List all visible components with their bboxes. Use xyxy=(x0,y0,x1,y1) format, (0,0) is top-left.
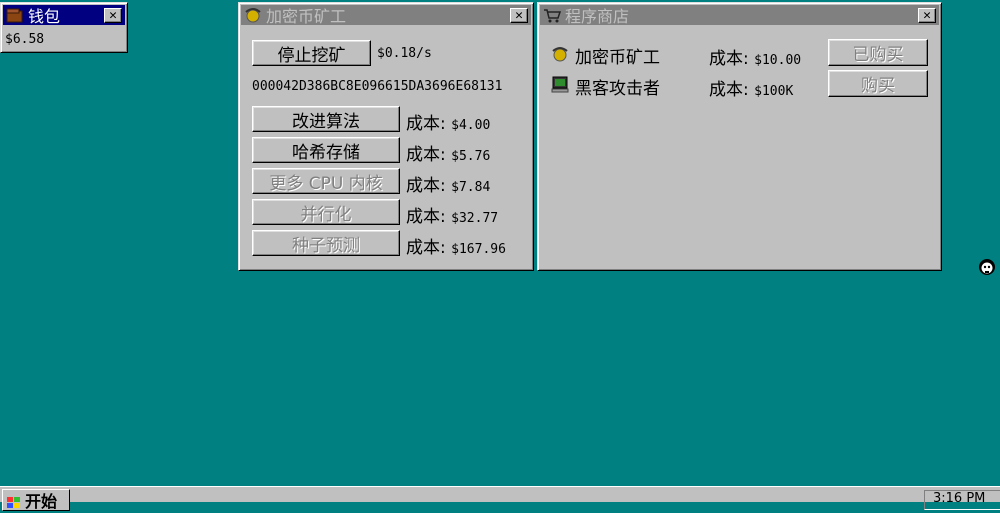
upgrade-cost-parallelization: 成本: $32.77 xyxy=(406,202,498,227)
cost-label: 成本: xyxy=(406,207,446,227)
cost-value: $10.00 xyxy=(754,53,802,68)
miner-window[interactable]: 加密币矿工 ✕ 停止挖矿 $0.18/s 000042D386BC8E09661… xyxy=(238,2,534,271)
mining-rate: $0.18/s xyxy=(377,46,432,61)
cost-value: $167.96 xyxy=(451,242,506,257)
miner-icon xyxy=(551,45,569,63)
store-item-cost-hacker: 成本: $100K xyxy=(709,75,793,100)
taskbar: 开始 3:16 PM xyxy=(0,486,1000,511)
miner-titlebar[interactable]: 加密币矿工 ✕ xyxy=(241,5,531,26)
upgrade-button-hash-storage[interactable]: 哈希存储 xyxy=(252,137,400,163)
purchased-button-miner[interactable]: 已购买 xyxy=(828,39,928,66)
start-label: 开始 xyxy=(25,492,58,511)
windows-logo-icon xyxy=(7,494,21,508)
cost-value: $4.00 xyxy=(451,118,491,133)
cart-icon xyxy=(543,7,562,23)
stop-mining-button[interactable]: 停止挖矿 xyxy=(252,40,371,66)
cost-value: $100K xyxy=(754,84,794,99)
system-tray: 3:16 PM xyxy=(924,490,1000,510)
cost-label: 成本: xyxy=(709,49,749,69)
store-item-cost-miner: 成本: $10.00 xyxy=(709,44,801,69)
wallet-icon xyxy=(6,7,24,23)
skull-icon[interactable] xyxy=(977,257,997,279)
cost-label: 成本: xyxy=(406,238,446,258)
cost-label: 成本: xyxy=(406,114,446,134)
wallet-titlebar[interactable]: 钱包 ✕ xyxy=(3,5,125,26)
miner-close-button[interactable]: ✕ xyxy=(510,7,528,23)
buy-button-hacker[interactable]: 购买 xyxy=(828,70,928,97)
wallet-window[interactable]: 钱包 ✕ $6.58 xyxy=(0,2,128,53)
store-titlebar[interactable]: 程序商店 ✕ xyxy=(540,5,939,26)
cost-label: 成本: xyxy=(709,80,749,100)
store-item-name-miner: 加密币矿工 xyxy=(575,48,660,68)
store-window[interactable]: 程序商店 ✕ 加密币矿工 成本: $10.00 已购买 黑客攻击者 成本: $1… xyxy=(537,2,942,271)
upgrade-button-parallelization[interactable]: 并行化 xyxy=(252,199,400,225)
wallet-title: 钱包 xyxy=(28,7,61,26)
upgrade-cost-seed-prediction: 成本: $167.96 xyxy=(406,233,506,258)
clock: 3:16 PM xyxy=(933,491,986,506)
store-item-name-hacker: 黑客攻击者 xyxy=(575,79,660,99)
upgrade-cost-hash-storage: 成本: $5.76 xyxy=(406,140,490,165)
cost-value: $7.84 xyxy=(451,180,491,195)
store-close-button[interactable]: ✕ xyxy=(918,7,936,23)
upgrade-button-seed-prediction[interactable]: 种子预测 xyxy=(252,230,400,256)
wallet-balance: $6.58 xyxy=(5,32,45,47)
wallet-close-button[interactable]: ✕ xyxy=(104,7,122,23)
hacker-icon xyxy=(551,75,569,93)
miner-icon xyxy=(244,7,262,23)
upgrade-cost-more-cpu-cores: 成本: $7.84 xyxy=(406,171,490,196)
cost-label: 成本: xyxy=(406,176,446,196)
upgrade-button-algorithm[interactable]: 改进算法 xyxy=(252,106,400,132)
upgrade-cost-algorithm: 成本: $4.00 xyxy=(406,109,490,134)
mining-hash: 000042D386BC8E096615DA3696E68131 xyxy=(252,79,503,94)
upgrade-button-more-cpu-cores[interactable]: 更多 CPU 内核 xyxy=(252,168,400,194)
cost-value: $32.77 xyxy=(451,211,499,226)
cost-label: 成本: xyxy=(406,145,446,165)
cost-value: $5.76 xyxy=(451,149,491,164)
start-button[interactable]: 开始 xyxy=(2,489,70,511)
miner-title: 加密币矿工 xyxy=(266,7,347,26)
store-title: 程序商店 xyxy=(565,7,630,26)
